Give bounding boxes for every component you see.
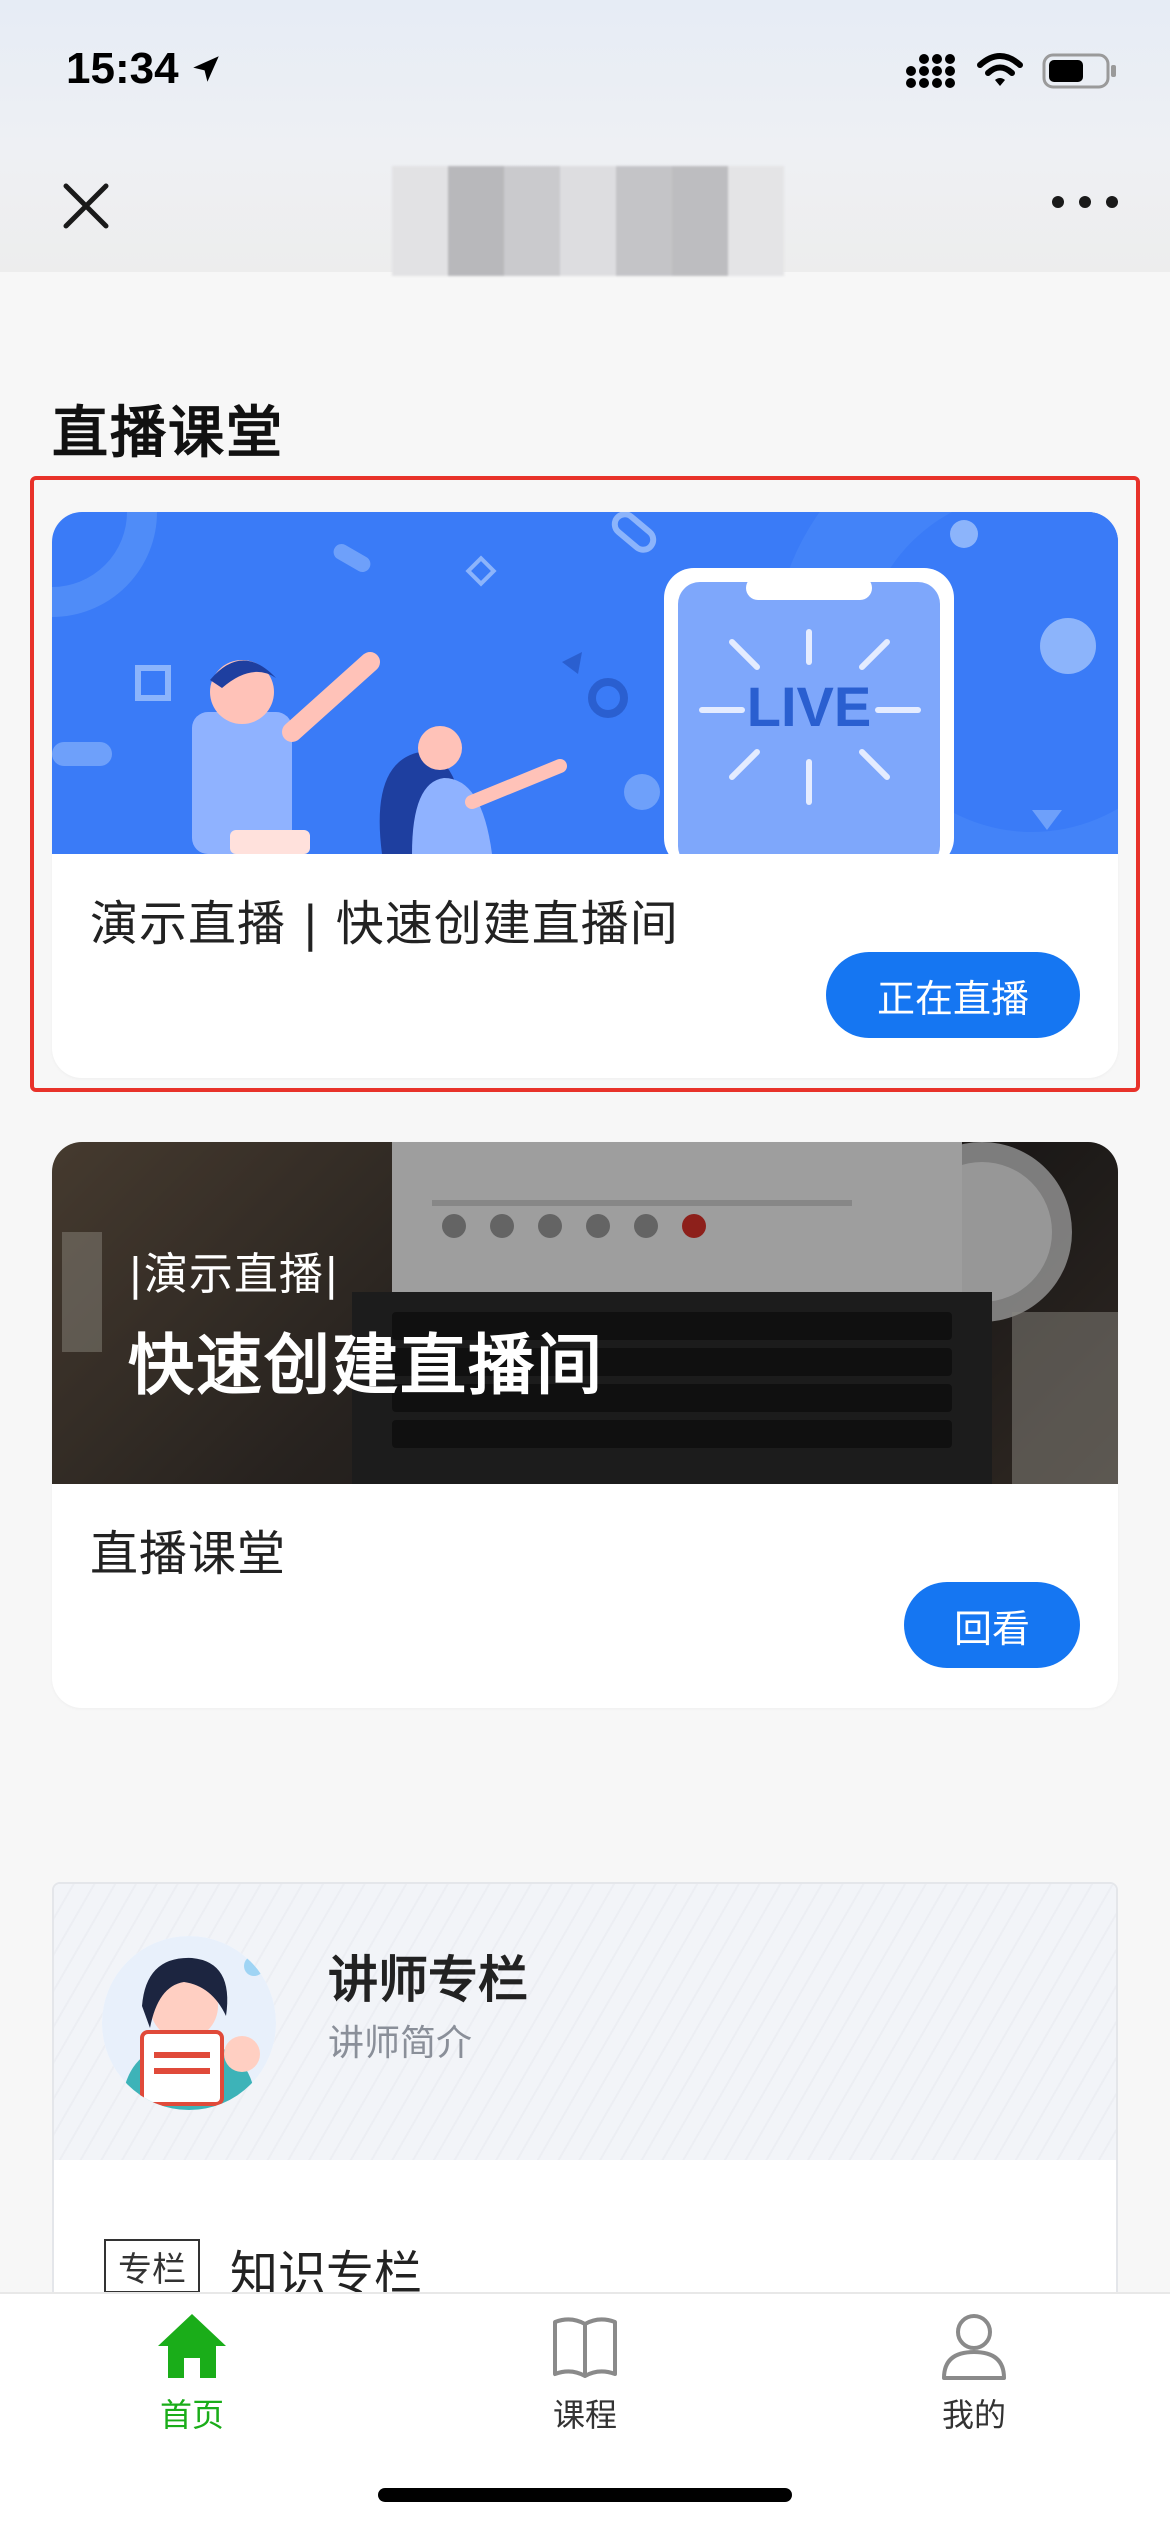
tab-home[interactable]: 首页 (92, 2308, 292, 2436)
status-time: 15:34 (66, 44, 223, 94)
tab-profile-label: 我的 (941, 2396, 1006, 2434)
book-icon (553, 2317, 617, 2378)
tab-courses[interactable]: 课程 (485, 2308, 685, 2436)
location-arrow-icon (192, 56, 219, 82)
replay-course-card[interactable]: |演示直播| 快速创建直播间 直播课堂 回看 (52, 1142, 1118, 1708)
banner-small-text: |演示直播| (128, 1249, 340, 1300)
card-title: 演示直播 | 快速创建直播间 (90, 896, 679, 952)
laptop-banner: |演示直播| 快速创建直播间 (52, 1142, 1118, 1484)
replay-button[interactable]: 回看 (904, 1582, 1080, 1668)
more-icon[interactable] (1052, 196, 1118, 220)
section-title: 直播课堂 (52, 401, 284, 466)
lecturer-name: 讲师专栏 (328, 1951, 528, 2009)
status-time-text: 15:34 (66, 44, 179, 93)
tab-profile[interactable]: 我的 (874, 2308, 1074, 2436)
close-icon[interactable] (52, 172, 120, 240)
column-tag: 专栏 (104, 2239, 200, 2293)
live-banner-illustration: LIVE (52, 512, 1118, 854)
lecturer-column-card[interactable]: 讲师专栏 讲师简介 专栏 知识专栏 (52, 1882, 1118, 2302)
tab-home-label: 首页 (159, 2396, 224, 2434)
status-indicators (904, 52, 1118, 90)
wifi-icon (977, 53, 1023, 86)
battery-icon (1042, 53, 1116, 89)
banner-big-text: 快速创建直播间 (128, 1327, 604, 1404)
card-title: 直播课堂 (90, 1526, 287, 1582)
live-text: LIVE (747, 675, 871, 738)
nav-title-redacted (392, 166, 784, 276)
live-course-card[interactable]: LIVE 演示直播 | 快速创建直播间 正在直播 (52, 512, 1118, 1078)
top-bar: 15:34 (0, 0, 1170, 276)
signal-icon (906, 54, 955, 88)
home-icon (158, 2314, 226, 2378)
home-indicator[interactable] (378, 2488, 792, 2502)
live-now-button[interactable]: 正在直播 (826, 952, 1080, 1038)
avatar (102, 1936, 276, 2110)
user-icon (942, 2314, 1006, 2380)
tab-courses-label: 课程 (552, 2396, 617, 2434)
lecturer-subtitle: 讲师简介 (328, 2023, 473, 2064)
